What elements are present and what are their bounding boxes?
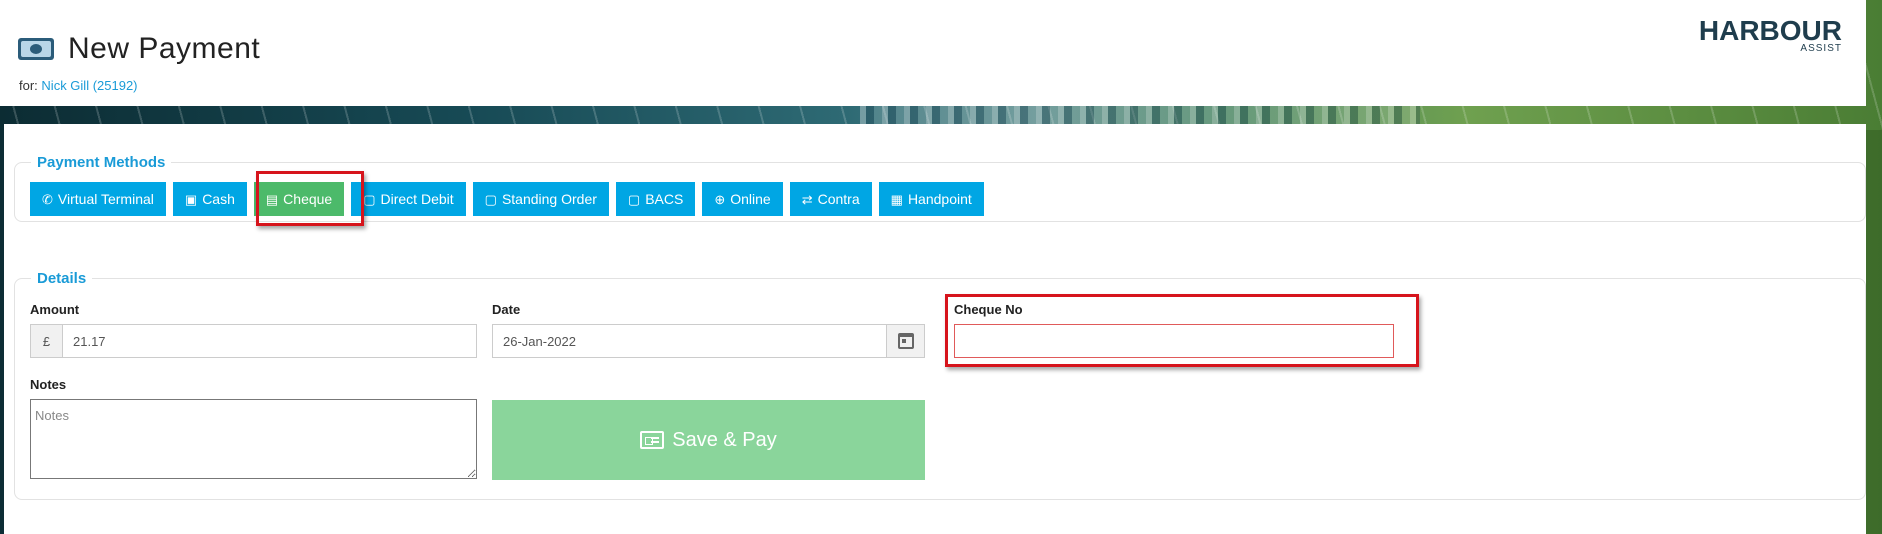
exchange-icon: ⇄: [801, 191, 813, 207]
notes-label: Notes: [30, 377, 67, 392]
page-title: New Payment: [68, 32, 261, 65]
handpoint-button[interactable]: ▦ Handpoint: [878, 182, 984, 216]
amount-label: Amount: [30, 302, 80, 317]
contra-button[interactable]: ⇄ Contra: [789, 182, 872, 216]
currency-addon: £: [31, 325, 63, 357]
money-icon: [18, 38, 54, 60]
save-label: Save & Pay: [672, 428, 777, 451]
cheque-button-highlight: [256, 171, 364, 226]
cheque-no-highlight: [945, 294, 1419, 367]
logo-main-text: HARBOUR: [1698, 15, 1842, 46]
bacs-button[interactable]: ▢ BACS: [615, 182, 696, 216]
date-picker-button[interactable]: [886, 325, 924, 357]
cash-button[interactable]: ▣ Cash: [172, 182, 247, 216]
customer-line: for: Nick Gill (25192): [19, 78, 138, 93]
amount-field: £: [30, 324, 477, 358]
button-label: Contra: [817, 191, 860, 207]
money-icon: ▣: [184, 191, 198, 207]
payment-methods-legend: Payment Methods: [37, 154, 166, 171]
amount-input[interactable]: [63, 325, 476, 357]
calendar-icon: [897, 333, 914, 349]
button-label: Direct Debit: [380, 191, 454, 207]
notes-textarea[interactable]: [30, 399, 477, 479]
page-header: New Payment for: Nick Gill (25192) HARBO…: [0, 0, 1866, 106]
main-content: Payment Methods ✆ Virtual Terminal ▣ Cas…: [4, 124, 1866, 534]
save-and-pay-button[interactable]: Save & Pay: [492, 400, 925, 480]
button-label: BACS: [645, 191, 684, 207]
calendar-icon: ▢: [363, 191, 376, 207]
details-legend: Details: [37, 270, 87, 287]
button-label: Online: [730, 191, 771, 207]
phone-icon: ✆: [42, 191, 53, 207]
calendar-icon: ▢: [484, 191, 497, 207]
customer-link[interactable]: Nick Gill (25192): [41, 78, 137, 93]
standing-order-button[interactable]: ▢ Standing Order: [472, 182, 609, 216]
online-button[interactable]: ⊕ Online: [702, 182, 783, 216]
card-icon: [640, 431, 665, 449]
harbour-assist-logo: HARBOUR ASSIST: [1698, 15, 1842, 54]
title-row: New Payment: [18, 32, 260, 66]
virtual-terminal-button[interactable]: ✆ Virtual Terminal: [30, 182, 166, 216]
for-prefix: for:: [19, 78, 38, 93]
date-label: Date: [492, 302, 521, 317]
button-label: Standing Order: [501, 191, 597, 207]
date-field: [492, 324, 925, 358]
button-label: Cash: [202, 191, 235, 207]
button-label: Virtual Terminal: [57, 191, 154, 207]
calendar-icon: ▢: [627, 191, 641, 207]
date-input[interactable]: [493, 325, 886, 357]
calculator-icon: ▦: [890, 191, 903, 207]
direct-debit-button[interactable]: ▢ Direct Debit: [351, 182, 466, 216]
button-label: Handpoint: [907, 191, 972, 207]
globe-icon: ⊕: [714, 191, 726, 207]
payment-method-buttons: ✆ Virtual Terminal ▣ Cash ▤ Cheque ▢ Dir…: [30, 182, 984, 216]
